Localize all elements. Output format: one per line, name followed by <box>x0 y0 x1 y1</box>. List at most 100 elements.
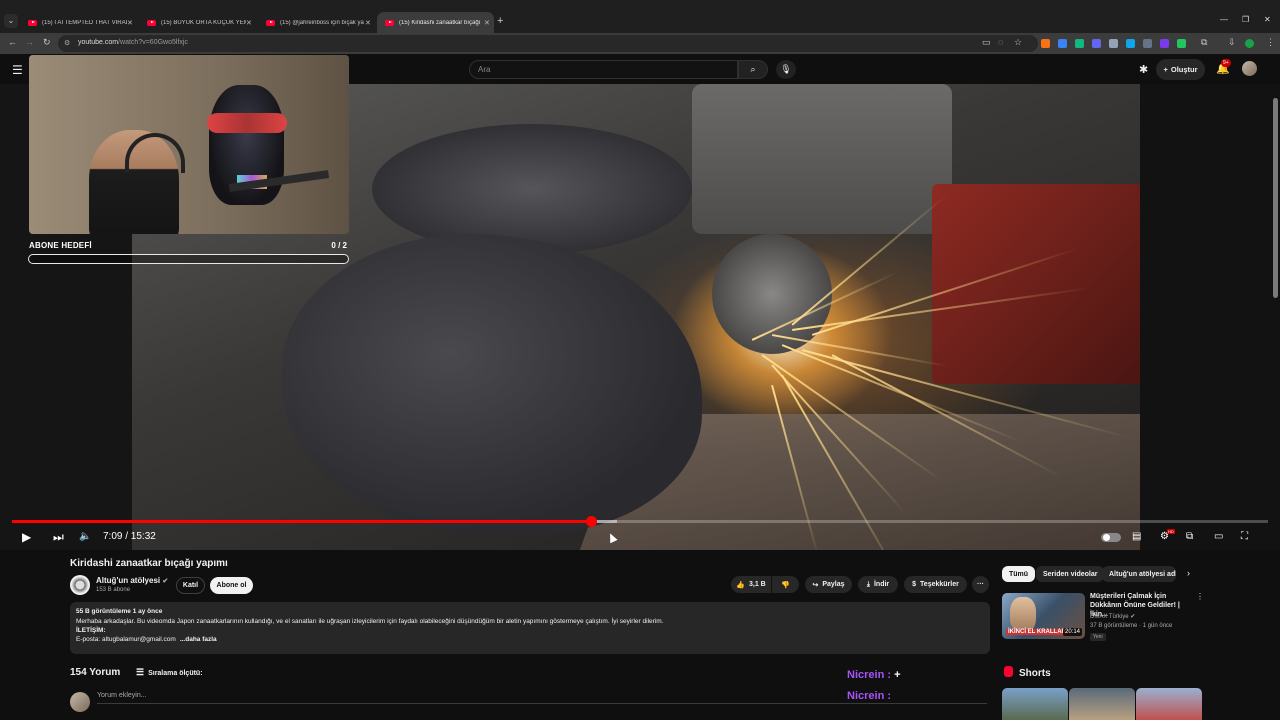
tab-search-button[interactable]: ⌄ <box>4 14 18 28</box>
maximize-window-icon[interactable]: ❐ <box>1242 15 1249 24</box>
youtube-favicon-icon <box>28 19 37 26</box>
video-title: Kiridashi zanaatkar bıçağı yapımı <box>70 558 228 569</box>
url-domain: youtube.com <box>78 39 119 46</box>
thumbs-down-icon: 👎 <box>781 581 790 589</box>
short-thumbnail[interactable] <box>1002 688 1068 720</box>
description-stats: 55 B görüntüleme 1 ay önce <box>76 608 163 615</box>
new-badge: Yeni <box>1090 633 1106 641</box>
new-tab-button[interactable]: + <box>497 15 503 27</box>
notification-badge: 9+ <box>1221 59 1231 67</box>
close-tab-icon[interactable]: ✕ <box>127 19 137 27</box>
description-line: Merhaba arkadaşlar. Bu videomda Japon za… <box>76 618 664 625</box>
forward-arrow-icon[interactable]: → <box>25 37 34 47</box>
video-duration: 20:14 <box>1062 628 1082 636</box>
chat-text: + <box>891 669 901 681</box>
time-display: 7:09 / 15:32 <box>103 531 156 542</box>
address-bar[interactable]: ⚙ youtube.com/watch?v=60Gwo5lfxjc <box>58 35 1038 52</box>
account-avatar[interactable] <box>1242 61 1257 76</box>
chevron-right-icon[interactable]: › <box>1187 568 1190 578</box>
gloved-hand <box>372 124 692 254</box>
volume-icon[interactable]: 🔈 <box>79 531 91 542</box>
join-button[interactable]: Katıl <box>176 577 205 594</box>
more-actions-button[interactable]: ··· <box>972 576 989 593</box>
extension-icon[interactable] <box>1092 39 1101 48</box>
profile-icon[interactable] <box>1245 39 1254 48</box>
create-button[interactable]: + Oluştur <box>1156 59 1205 80</box>
recommended-thumbnail[interactable]: İKİNCİ EL KRALLARI 20:14 <box>1002 593 1085 639</box>
thumbnail-text: İKİNCİ EL KRALLARI <box>1006 629 1070 635</box>
kebab-menu-icon[interactable]: ⋮ <box>1196 592 1204 601</box>
page-scrollbar[interactable] <box>1273 98 1278 298</box>
share-button[interactable]: ↪ Paylaş <box>805 576 852 593</box>
back-arrow-icon[interactable]: ← <box>8 37 17 47</box>
extension-icon[interactable] <box>1075 39 1084 48</box>
sort-comments-button[interactable]: ☰ Sıralama ölçütü: <box>136 667 203 678</box>
site-info-icon[interactable]: ⚙ <box>64 39 70 47</box>
shorts-logo-icon <box>1004 666 1013 677</box>
filter-chip-channel[interactable]: Altuğ'un atölyesi adlı <box>1102 566 1176 582</box>
browser-tab[interactable]: (15) BÜYÜK ORTA KÜÇÜK YEME ✕ <box>139 12 256 33</box>
hd-badge: HD <box>1167 529 1175 534</box>
channel-avatar[interactable] <box>70 575 90 595</box>
browser-tab[interactable]: (15) @jahreinboss için bıçak ya ✕ <box>258 12 375 33</box>
filter-chip-series[interactable]: Seriden videolar <box>1036 566 1105 582</box>
short-thumbnail[interactable] <box>1136 688 1202 720</box>
fullscreen-icon[interactable]: ⛶ <box>1241 531 1248 542</box>
played-bar <box>12 520 592 523</box>
reload-icon[interactable]: ↻ <box>43 37 51 48</box>
downloads-icon[interactable]: ⇩ <box>1228 37 1236 48</box>
bookmark-star-icon[interactable]: ☆ <box>1014 37 1022 48</box>
extension-icon[interactable] <box>1058 39 1067 48</box>
theater-mode-icon[interactable]: ▭ <box>1214 531 1223 542</box>
close-window-icon[interactable]: ✕ <box>1264 15 1271 24</box>
scrubber-handle[interactable] <box>586 516 598 527</box>
download-button[interactable]: ⤓ İndir <box>858 576 898 593</box>
description-box[interactable]: 55 B görüntüleme 1 ay önce Merhaba arkad… <box>70 602 990 654</box>
search-input[interactable]: Ara <box>469 60 738 79</box>
hamburger-menu-icon[interactable]: ☰ <box>12 63 23 77</box>
autoplay-toggle[interactable] <box>1101 533 1121 542</box>
extension-icon[interactable] <box>1041 39 1050 48</box>
extension-icon[interactable] <box>1143 39 1152 48</box>
plus-icon: + <box>1163 65 1168 74</box>
comment-count: 154 Yorum <box>70 667 121 678</box>
search-button[interactable]: ⌕ <box>738 60 768 79</box>
description-line: İLETİŞİM: <box>76 627 106 634</box>
dislike-button[interactable]: 👎 <box>772 576 799 593</box>
close-tab-icon[interactable]: ✕ <box>484 19 494 27</box>
extensions-puzzle-icon[interactable]: ⧉ <box>1201 37 1207 48</box>
shorts-label: Shorts <box>1019 668 1051 679</box>
extension-icon[interactable] <box>1109 39 1118 48</box>
voice-search-mic-icon[interactable]: 🎙 <box>776 60 796 79</box>
browser-menu-icon[interactable]: ⋮ <box>1266 37 1275 48</box>
browser-tab[interactable]: (15) I ATTEMPTED THAT VIRAL ✕ <box>20 12 137 33</box>
channel-name: Altuğ'un atölyesi <box>96 576 161 585</box>
subscribe-button[interactable]: Abone ol <box>210 577 253 594</box>
like-button[interactable]: 👍 3,1 B <box>731 576 771 593</box>
filter-chip-all[interactable]: Tümü <box>1002 566 1036 582</box>
studio-icon[interactable]: ✱ <box>1139 63 1148 76</box>
minimize-window-icon[interactable]: — <box>1220 15 1228 24</box>
extension-icon[interactable] <box>1126 39 1135 48</box>
eye-off-icon[interactable]: ◌ <box>998 37 1003 47</box>
channel-name-link[interactable]: Altuğ'un atölyesi ✔ <box>96 576 168 585</box>
recommended-channel[interactable]: DMAX Türkiye ✔ <box>1090 613 1135 620</box>
show-more-link[interactable]: ...daha fazla <box>180 636 217 643</box>
close-tab-icon[interactable]: ✕ <box>365 19 375 27</box>
miniplayer-icon[interactable]: ⧉ <box>1186 531 1193 542</box>
subtitles-icon[interactable]: ▤ <box>1132 531 1141 542</box>
extension-icon[interactable] <box>1160 39 1169 48</box>
short-thumbnail[interactable] <box>1069 688 1135 720</box>
thanks-button[interactable]: $ Teşekkürler <box>904 576 967 593</box>
browser-tab-active[interactable]: (15) Kiridashi zanaatkar bıçağı ✕ <box>377 12 494 33</box>
close-tab-icon[interactable]: ✕ <box>246 19 256 27</box>
goal-count: 0 / 2 <box>331 241 347 250</box>
notifications-bell-icon[interactable]: 🔔 9+ <box>1216 59 1231 75</box>
play-icon[interactable]: ▶ <box>22 530 31 544</box>
verified-icon: ✔ <box>162 578 169 585</box>
video-progress-bar[interactable] <box>12 516 1268 527</box>
extension-icon[interactable] <box>1177 39 1186 48</box>
cast-icon[interactable]: ▭ <box>982 37 991 48</box>
next-video-icon[interactable]: ⏭ <box>53 530 64 545</box>
sort-icon: ☰ <box>136 667 145 677</box>
